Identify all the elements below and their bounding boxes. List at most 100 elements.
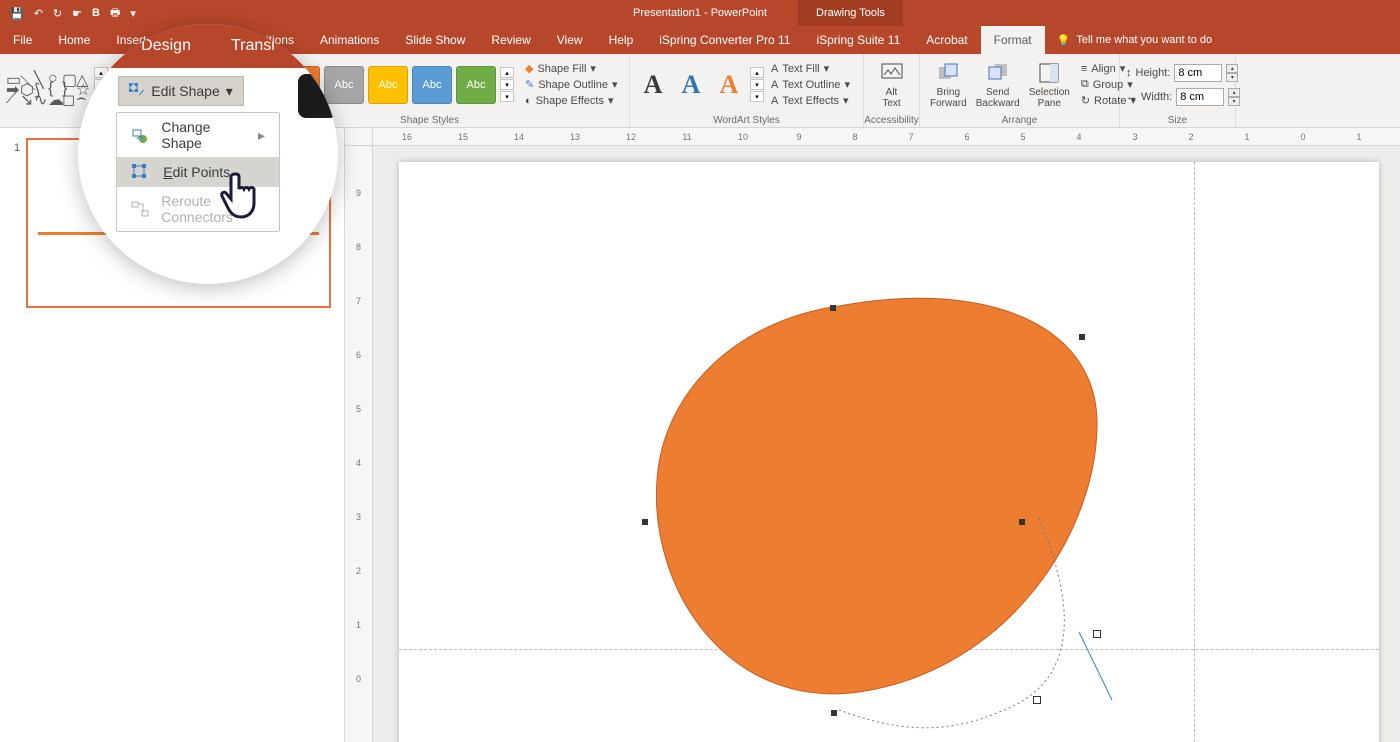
line-shape-icon[interactable]: ＼	[20, 70, 30, 80]
horizontal-ruler[interactable]: 1615141312111098765432101	[373, 128, 1400, 146]
submenu-arrow-icon: ▸	[258, 127, 265, 144]
edit-points-icon	[131, 163, 151, 181]
wordart-style-1[interactable]: A	[636, 66, 670, 104]
bezier-handle[interactable]	[1093, 630, 1101, 638]
tab-home[interactable]: Home	[45, 26, 103, 54]
tab-review[interactable]: Review	[478, 26, 543, 54]
ruler-mark: 9	[356, 166, 361, 220]
tab-format[interactable]: Format	[981, 26, 1045, 54]
scroll-down-icon[interactable]: ▾	[500, 79, 514, 90]
scroll-up-icon[interactable]: ▴	[500, 67, 514, 78]
star-shape-icon[interactable]: ☆	[76, 80, 86, 90]
line-shape-icon[interactable]: ╲	[34, 70, 44, 80]
bold-icon[interactable]: B	[92, 7, 100, 19]
print-icon[interactable]: 🖶	[110, 4, 120, 23]
change-shape-icon	[131, 126, 149, 144]
wordart-style-2[interactable]: A	[674, 66, 708, 104]
curve-shape-icon[interactable]: ∿	[34, 90, 44, 100]
oval-shape-icon[interactable]: ○	[48, 70, 58, 80]
shape-fill-button[interactable]: ◆Shape Fill ▾	[522, 61, 620, 76]
slide-number: 1	[14, 142, 20, 154]
tab-help[interactable]: Help	[596, 26, 647, 54]
freeform-shape-icon[interactable]: ⟋	[6, 90, 16, 100]
tab-ispring-converter[interactable]: iSpring Converter Pro 11	[646, 26, 803, 54]
tab-view[interactable]: View	[544, 26, 596, 54]
wordart-style-3[interactable]: A	[712, 66, 746, 104]
expand-icon[interactable]: ▾	[750, 91, 764, 102]
redo-icon[interactable]: ↻	[53, 7, 62, 20]
vertical-ruler[interactable]: 9876543210	[345, 146, 373, 742]
ruler-mark: 3	[356, 490, 361, 544]
width-input[interactable]	[1176, 88, 1224, 106]
rect-shape-icon[interactable]: ▢	[62, 70, 72, 80]
text-fill-button[interactable]: AText Fill ▾	[768, 61, 853, 76]
curve-shape-icon[interactable]: ⟆	[34, 80, 44, 90]
save-icon[interactable]: 💾	[10, 7, 24, 20]
connector-shape-icon[interactable]: ↘	[20, 90, 30, 100]
ruler-mark: 1	[1219, 132, 1275, 142]
shape-gallery[interactable]: ▭ ＼ ╲ ○ ▢ △ ➡ ⬡ ⟆ { } ☆ ⟋ ↘	[6, 70, 90, 100]
expand-icon[interactable]: ▾	[500, 91, 514, 102]
qat-dropdown-icon[interactable]: ▾	[130, 7, 136, 20]
selection-pane-label: Selection Pane	[1029, 87, 1070, 109]
edit-point[interactable]	[642, 519, 648, 525]
undo-icon[interactable]: ↶	[34, 7, 43, 20]
context-tab-drawing-tools: Drawing Tools	[798, 0, 903, 26]
shape-style-3[interactable]: Abc	[324, 66, 364, 104]
cloud-shape-icon[interactable]: ☁	[48, 90, 58, 100]
arc-shape-icon[interactable]: ⌢	[76, 90, 86, 100]
alt-text-button[interactable]: Alt Text	[870, 59, 913, 111]
ruler-mark: 13	[547, 132, 603, 142]
reroute-connectors-icon	[131, 200, 149, 218]
selection-pane-button[interactable]: Selection Pane	[1025, 59, 1074, 111]
height-spinner[interactable]: ▴▾	[1226, 64, 1238, 82]
hexagon-shape-icon[interactable]: ⬡	[20, 80, 30, 90]
width-spinner[interactable]: ▴▾	[1228, 88, 1240, 106]
ruler-mark: 7	[883, 132, 939, 142]
shape-style-4[interactable]: Abc	[368, 66, 408, 104]
title-bar: 💾 ↶ ↻ ☛ B 🖶 ▾ Presentation1 - PowerPoint…	[0, 0, 1400, 26]
brace-shape-icon[interactable]: }	[62, 80, 72, 90]
text-effects-button[interactable]: AText Effects ▾	[768, 93, 853, 108]
touch-mode-icon[interactable]: ☛	[72, 7, 82, 20]
edit-shape-dropdown[interactable]: Edit Shape ▾	[118, 76, 244, 106]
edit-point[interactable]	[831, 710, 837, 716]
slide-canvas[interactable]	[399, 162, 1379, 742]
tab-slide-show[interactable]: Slide Show	[392, 26, 478, 54]
tab-acrobat[interactable]: Acrobat	[913, 26, 980, 54]
ruler-mark: 9	[771, 132, 827, 142]
shape-effects-button[interactable]: ◐Shape Effects ▾	[522, 93, 620, 108]
edit-shape-dropdown-label: Edit Shape	[151, 83, 220, 99]
edit-point[interactable]	[1019, 519, 1025, 525]
ruler-mark: 1	[356, 598, 361, 652]
rectangle-shape-icon[interactable]: ▭	[6, 70, 16, 80]
text-outline-button[interactable]: AText Outline ▾	[768, 77, 853, 92]
bring-forward-button[interactable]: Bring Forward	[926, 59, 971, 111]
tab-animations[interactable]: Animations	[307, 26, 392, 54]
callout-shape-icon[interactable]: ◻	[62, 90, 72, 100]
shape-outline-button[interactable]: ✎Shape Outline ▾	[522, 77, 620, 92]
shape-style-5[interactable]: Abc	[412, 66, 452, 104]
shape-style-6[interactable]: Abc	[456, 66, 496, 104]
ruler-mark: 8	[356, 220, 361, 274]
bring-forward-label: Bring Forward	[930, 87, 967, 109]
triangle-shape-icon[interactable]: △	[76, 70, 86, 80]
scroll-down-icon[interactable]: ▾	[750, 79, 764, 90]
tab-ispring-suite[interactable]: iSpring Suite 11	[803, 26, 913, 54]
edit-point[interactable]	[830, 305, 836, 311]
tell-me-search[interactable]: 💡 Tell me what you want to do	[1045, 26, 1224, 54]
arrow-shape-icon[interactable]: ➡	[6, 80, 16, 90]
send-backward-button[interactable]: Send Backward	[975, 59, 1021, 111]
scroll-up-icon[interactable]: ▴	[750, 67, 764, 78]
edit-point[interactable]	[1079, 334, 1085, 340]
height-input[interactable]	[1174, 64, 1222, 82]
brace-shape-icon[interactable]: {	[48, 80, 58, 90]
ruler-mark: 2	[1163, 132, 1219, 142]
window-title: Presentation1 - PowerPoint	[633, 7, 767, 19]
menu-item-change-shape[interactable]: Change Shape ▸	[117, 113, 279, 157]
bezier-handle[interactable]	[1033, 696, 1041, 704]
group-label: Group	[1093, 79, 1124, 91]
tab-file[interactable]: File	[0, 26, 45, 54]
wordart-gallery-spinners[interactable]: ▴ ▾ ▾	[750, 67, 764, 102]
style-gallery-spinners[interactable]: ▴ ▾ ▾	[500, 67, 514, 102]
